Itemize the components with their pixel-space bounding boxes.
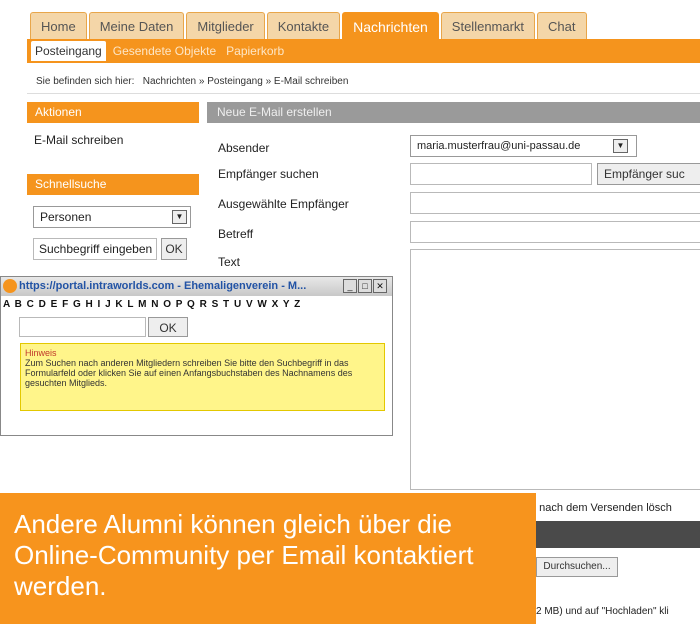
- sender-select[interactable]: maria.musterfrau@uni-passau.de ▼: [410, 135, 637, 157]
- tab-meine-daten[interactable]: Meine Daten: [88, 12, 185, 39]
- popup-search-input[interactable]: [19, 317, 146, 337]
- hint-box: Hinweis Zum Suchen nach anderen Mitglied…: [20, 343, 385, 411]
- breadcrumb: Sie befinden sich hier: Nachrichten » Po…: [36, 76, 349, 87]
- recipient-search-label: Empfänger suchen: [218, 167, 319, 181]
- popup-titlebar: https://portal.intraworlds.com - Ehemali…: [1, 277, 392, 296]
- tab-mitglieder[interactable]: Mitglieder: [186, 12, 265, 39]
- info-callout: Andere Alumni können gleich über die Onl…: [0, 493, 536, 624]
- popup-ok-button[interactable]: OK: [148, 317, 188, 337]
- subtab-gesendete-objekte[interactable]: Gesendete Objekte: [110, 43, 219, 59]
- chevron-down-icon[interactable]: ▼: [613, 139, 628, 153]
- close-icon[interactable]: ✕: [373, 279, 387, 293]
- recipient-search-input[interactable]: [410, 163, 592, 185]
- subject-label: Betreff: [218, 227, 254, 241]
- main-nav-tabs: Home Meine Daten Mitglieder Kontakte Nac…: [30, 12, 587, 39]
- form-title: Neue E-Mail erstellen: [207, 102, 700, 123]
- search-type-select[interactable]: Personen ▼: [33, 206, 191, 228]
- search-input[interactable]: Suchbegriff eingeben: [33, 238, 157, 260]
- search-ok-button[interactable]: OK: [161, 238, 187, 260]
- alphabet-links[interactable]: A B C D E F G H I J K L M N O P Q R S T …: [3, 299, 301, 310]
- hint-title: Hinweis: [25, 348, 57, 358]
- sender-value: maria.musterfrau@uni-passau.de: [417, 140, 581, 152]
- search-popup-window: https://portal.intraworlds.com - Ehemali…: [0, 276, 393, 436]
- subject-input[interactable]: [410, 221, 700, 243]
- delete-after-send-text: n nach dem Versenden lösch: [530, 502, 672, 514]
- sender-label: Absender: [218, 141, 270, 155]
- schnellsuche-header: Schnellsuche: [27, 174, 199, 195]
- tab-stellenmarkt[interactable]: Stellenmarkt: [440, 12, 536, 39]
- browse-button[interactable]: Durchsuchen...: [536, 557, 618, 577]
- recipient-search-button[interactable]: Empfänger suc: [597, 163, 700, 185]
- sub-nav: Posteingang Gesendete Objekte Papierkorb: [27, 39, 700, 63]
- subtab-papierkorb[interactable]: Papierkorb: [223, 43, 287, 59]
- divider: [27, 93, 700, 94]
- selected-recipients-label: Ausgewählte Empfänger: [218, 197, 349, 211]
- section-header-bar: [536, 521, 700, 548]
- message-textarea[interactable]: [410, 249, 700, 490]
- aktionen-header: Aktionen: [27, 102, 199, 123]
- minimize-icon[interactable]: _: [343, 279, 357, 293]
- browser-icon: [3, 279, 17, 293]
- text-label: Text: [218, 255, 241, 269]
- subtab-posteingang[interactable]: Posteingang: [31, 41, 106, 61]
- email-schreiben-link[interactable]: E-Mail schreiben: [34, 133, 123, 147]
- upload-hint-text: 2 MB) und auf "Hochladen" kli: [536, 606, 669, 617]
- tab-home[interactable]: Home: [30, 12, 87, 39]
- tab-chat[interactable]: Chat: [537, 12, 587, 39]
- maximize-icon[interactable]: □: [358, 279, 372, 293]
- tab-nachrichten[interactable]: Nachrichten: [342, 12, 439, 39]
- hint-text: Zum Suchen nach anderen Mitgliedern schr…: [25, 358, 353, 388]
- search-type-value: Personen: [40, 210, 92, 224]
- tab-kontakte[interactable]: Kontakte: [266, 12, 341, 39]
- selected-recipients-field[interactable]: [410, 192, 700, 214]
- chevron-down-icon[interactable]: ▼: [172, 210, 187, 224]
